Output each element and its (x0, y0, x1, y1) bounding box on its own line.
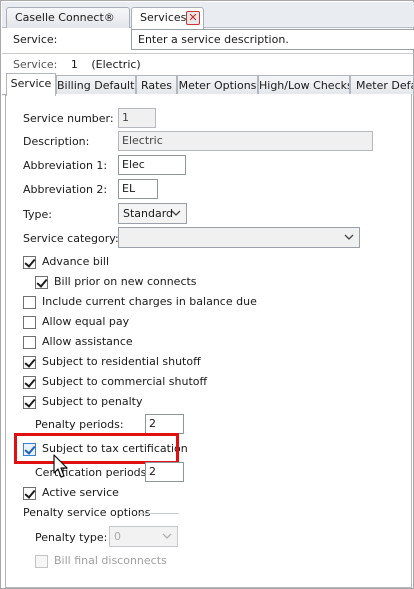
penalty-type-label: Penalty type: (35, 531, 108, 544)
tab-billing-defaults[interactable]: Billing Defaults (56, 75, 136, 95)
service-info-number: 1 (70, 58, 78, 71)
penalty-periods-field[interactable]: 2 (145, 414, 184, 434)
penalty-type-select[interactable]: 0 (109, 526, 178, 547)
tab-label: Meter Options (178, 79, 257, 92)
certification-periods-field[interactable]: 2 (145, 462, 184, 482)
type-value: Standard (123, 207, 174, 220)
penalty-options-group-label: Penalty service options (23, 506, 151, 519)
bill-prior-label: Bill prior on new connects (54, 275, 197, 288)
assistance-label: Allow assistance (42, 335, 133, 348)
tab-label: Service (10, 77, 52, 90)
equal-pay-checkbox[interactable] (23, 316, 36, 329)
service-info-name: (Electric) (91, 58, 141, 71)
tab-service[interactable]: Service (6, 73, 56, 96)
penalty-checkbox[interactable] (23, 396, 36, 409)
tab-label: Meter Defaults (356, 79, 413, 92)
description-field[interactable]: Electric (118, 131, 373, 151)
active-service-checkbox-row[interactable]: Active service (23, 486, 223, 502)
chevron-down-icon (344, 234, 354, 240)
chevron-down-icon (162, 533, 172, 539)
description-label: Description: (23, 135, 90, 148)
close-icon[interactable]: ✕ (186, 11, 200, 25)
description-value: Electric (122, 134, 163, 147)
bill-prior-checkbox[interactable] (35, 276, 48, 289)
tab-meter-options[interactable]: Meter Options (177, 75, 258, 95)
service-header-row: Service: Enter a service description. (7, 29, 414, 51)
equal-pay-checkbox-row[interactable]: Allow equal pay (23, 315, 223, 331)
description-placeholder: Enter a service description. (138, 33, 289, 46)
tab-label: High/Low Checks (259, 79, 350, 92)
document-tab-bar: Caselle Connect® Services ✕ (2, 2, 414, 29)
bill-final-label: Bill final disconnects (54, 554, 167, 567)
bill-final-checkbox[interactable] (35, 555, 48, 568)
assistance-checkbox[interactable] (23, 336, 36, 349)
doc-tab-services[interactable]: Services ✕ (131, 7, 204, 29)
abbreviation-1-field[interactable]: Elec (118, 155, 186, 175)
bill-final-checkbox-row[interactable]: Bill final disconnects (35, 554, 235, 570)
penalty-periods-value: 2 (149, 417, 156, 430)
penalty-label: Subject to penalty (42, 395, 143, 408)
residential-shutoff-checkbox-row[interactable]: Subject to residential shutoff (23, 355, 223, 371)
tab-label: Rates (141, 79, 172, 92)
assistance-checkbox-row[interactable]: Allow assistance (23, 335, 223, 351)
service-label: Service: (13, 33, 58, 46)
service-number-value: 1 (122, 111, 129, 124)
service-description-input[interactable]: Enter a service description. (131, 29, 414, 50)
service-number-label: Service number: (23, 112, 114, 125)
advance-bill-checkbox[interactable] (23, 256, 36, 269)
include-current-checkbox-row[interactable]: Include current charges in balance due (23, 295, 273, 311)
advance-bill-checkbox-row[interactable]: Advance bill (23, 255, 223, 271)
group-divider (139, 513, 179, 514)
commercial-shutoff-label: Subject to commercial shutoff (42, 375, 208, 388)
doc-tab-label: Services (140, 11, 187, 24)
abbreviation-2-value: EL (122, 182, 136, 195)
chevron-down-icon (171, 210, 181, 216)
tab-meter-defaults[interactable]: Meter Defaults (350, 75, 414, 95)
commercial-shutoff-checkbox-row[interactable]: Subject to commercial shutoff (23, 375, 223, 391)
penalty-type-value: 0 (114, 530, 121, 543)
abbreviation-2-field[interactable]: EL (118, 179, 158, 199)
service-category-select[interactable] (118, 227, 360, 248)
advance-bill-label: Advance bill (42, 255, 109, 268)
divider (2, 53, 414, 54)
highlight-annotation (14, 433, 179, 464)
abbreviation-1-value: Elec (122, 158, 145, 171)
residential-shutoff-checkbox[interactable] (23, 356, 36, 369)
include-current-checkbox[interactable] (23, 296, 36, 309)
service-number-field: 1 (118, 108, 156, 128)
penalty-periods-label: Penalty periods: (35, 418, 124, 431)
abbreviation-2-label: Abbreviation 2: (23, 183, 108, 196)
window-frame: Caselle Connect® Services ✕ Service: Ent… (0, 0, 414, 589)
equal-pay-label: Allow equal pay (42, 315, 130, 328)
mouse-cursor-icon (53, 454, 68, 478)
commercial-shutoff-checkbox[interactable] (23, 376, 36, 389)
bill-prior-checkbox-row[interactable]: Bill prior on new connects (35, 275, 235, 291)
type-label: Type: (23, 208, 52, 221)
tab-high-low-checks[interactable]: High/Low Checks (258, 75, 350, 95)
doc-tab-caselle-connect[interactable]: Caselle Connect® (6, 7, 130, 28)
include-current-label: Include current charges in balance due (42, 295, 257, 308)
doc-tab-label: Caselle Connect® (15, 11, 115, 24)
active-service-label: Active service (42, 486, 119, 499)
abbreviation-1-label: Abbreviation 1: (23, 159, 108, 172)
type-select[interactable]: Standard (118, 203, 187, 224)
tab-rates[interactable]: Rates (136, 75, 177, 95)
residential-shutoff-label: Subject to residential shutoff (42, 355, 201, 368)
tab-strip: Service Billing Defaults Rates Meter Opt… (2, 73, 414, 96)
service-category-label: Service category: (23, 232, 119, 245)
certification-periods-value: 2 (149, 465, 156, 478)
service-info: Service: 1 (Electric) (13, 58, 141, 71)
penalty-checkbox-row[interactable]: Subject to penalty (23, 395, 223, 411)
active-service-checkbox[interactable] (23, 487, 36, 500)
tab-label: Billing Defaults (57, 79, 136, 92)
service-info-label: Service: (13, 58, 58, 71)
